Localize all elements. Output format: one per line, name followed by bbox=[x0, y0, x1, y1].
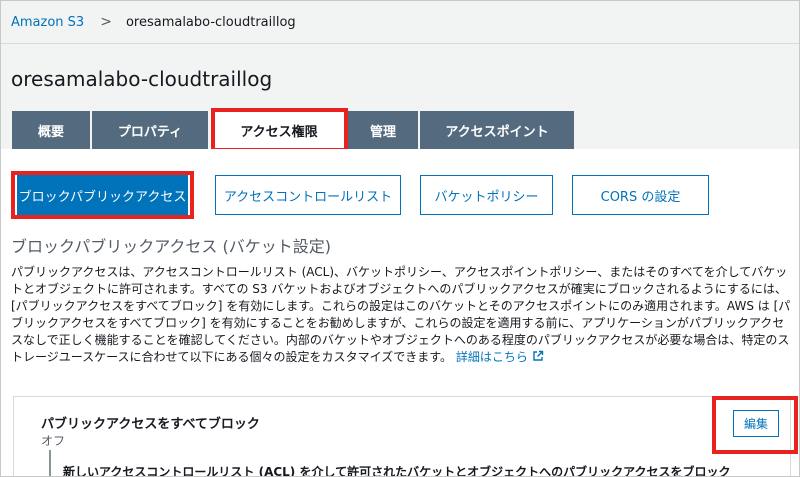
cors-configuration-button[interactable]: CORS の設定 bbox=[572, 175, 709, 215]
bucket-tabs: 概要 プロパティ アクセス権限 管理 アクセスポイント bbox=[12, 111, 576, 149]
access-control-list-button[interactable]: アクセスコントロールリスト bbox=[215, 175, 401, 215]
external-link-icon bbox=[532, 350, 543, 361]
tab-management[interactable]: 管理 bbox=[348, 111, 420, 149]
description-text: パブリックアクセスは、アクセスコントロールリスト (ACL)、バケットポリシー、… bbox=[11, 265, 791, 364]
learn-more-link[interactable]: 詳細はこちら bbox=[456, 350, 544, 364]
header-divider bbox=[1, 43, 799, 44]
section-description: パブリックアクセスは、アクセスコントロールリスト (ACL)、バケットポリシー、… bbox=[11, 264, 791, 366]
page-title: oresamalabo-cloudtraillog bbox=[11, 67, 273, 91]
block-all-public-access-status: オフ bbox=[41, 434, 66, 448]
breadcrumb-amazon-s3-link[interactable]: Amazon S3 bbox=[11, 15, 84, 30]
tab-access-points[interactable]: アクセスポイント bbox=[420, 111, 576, 149]
tab-overview[interactable]: 概要 bbox=[12, 111, 92, 149]
s3-bucket-permissions-page: Amazon S3 > oresamalabo-cloudtraillog or… bbox=[0, 0, 800, 477]
bucket-policy-button[interactable]: バケットポリシー bbox=[420, 175, 553, 215]
breadcrumb-current-bucket: oresamalabo-cloudtraillog bbox=[125, 14, 296, 30]
tab-properties[interactable]: プロパティ bbox=[92, 111, 210, 149]
edit-button[interactable]: 編集 bbox=[733, 410, 779, 437]
learn-more-label[interactable]: 詳細はこちら bbox=[456, 350, 528, 364]
section-title: ブロックパブリックアクセス (バケット設定) bbox=[11, 237, 331, 256]
block-all-public-access-title: パブリックアクセスをすべてブロック bbox=[41, 417, 260, 432]
breadcrumb: Amazon S3 > oresamalabo-cloudtraillog bbox=[11, 11, 296, 33]
tab-permissions[interactable]: アクセス権限 bbox=[210, 111, 348, 149]
settings-indent-rule bbox=[49, 450, 51, 476]
chevron-right-icon: > bbox=[100, 14, 112, 30]
block-public-access-button[interactable]: ブロックパブリックアクセス bbox=[17, 175, 188, 215]
block-new-acl-setting-title: 新しいアクセスコントロールリスト (ACL) を介して許可されたバケットとオブジ… bbox=[63, 465, 731, 477]
